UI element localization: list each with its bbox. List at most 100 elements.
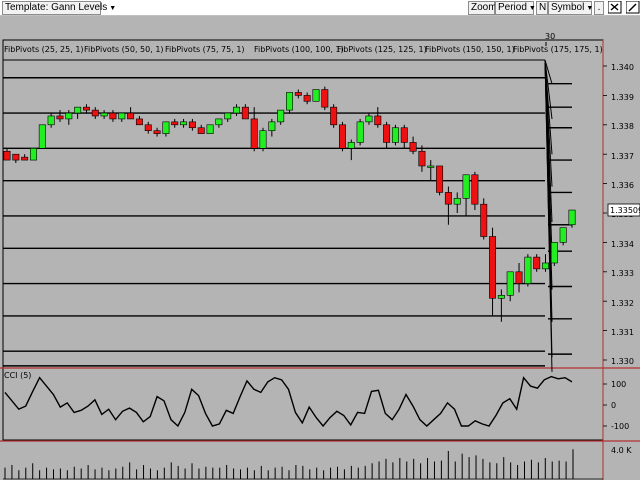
zoom-button[interactable]: Zoom: [468, 1, 497, 15]
candle: [515, 271, 523, 284]
chevron-down-icon: ▼: [109, 5, 117, 12]
candle: [162, 121, 170, 134]
candle: [47, 115, 55, 126]
chart-svg: FibPivots (25, 25, 1) FibPivots (50, 50,…: [0, 32, 640, 480]
candle: [180, 121, 188, 126]
candle: [506, 271, 514, 296]
candle: [480, 203, 488, 237]
last-price-label: 1.33509: [610, 206, 640, 215]
volume-scale-label: 4.0 K: [611, 446, 632, 455]
candle: [100, 112, 108, 117]
cci-label: CCI (5): [4, 371, 31, 380]
candle: [30, 148, 37, 161]
candle: [188, 121, 196, 129]
candle: [453, 198, 461, 205]
candle: [206, 124, 214, 134]
price-tick-label: 1.333: [611, 269, 634, 278]
candle: [321, 89, 329, 108]
candle: [153, 130, 161, 134]
candle: [524, 256, 532, 284]
candle: [144, 124, 152, 131]
close-icon[interactable]: [606, 0, 622, 14]
period-label: Period: [498, 2, 527, 13]
chevron-down-icon: ▼: [586, 5, 594, 12]
candle: [127, 112, 135, 120]
candle: [65, 112, 73, 120]
toolbar: Template: Gann Levels ▼ Zoom Period ▼ N Sy…: [0, 0, 640, 16]
template-label: Template: Gann Levels: [5, 2, 108, 13]
pivot-label: FibPivots (175, 175, 1): [513, 45, 603, 54]
candle: [444, 192, 452, 205]
candle: [294, 92, 302, 96]
price-tick-label: 1.332: [611, 299, 634, 308]
candle: [135, 118, 143, 126]
candle: [497, 295, 505, 299]
price-tick-label: 1.336: [611, 181, 634, 190]
candle: [533, 256, 541, 270]
candle: [347, 142, 355, 149]
candle: [250, 118, 258, 149]
candle: [3, 150, 11, 161]
price-tick-label: 1.330: [611, 357, 634, 366]
candle: [383, 124, 391, 143]
candle: [409, 142, 417, 152]
candle: [391, 127, 399, 143]
symbol-dropdown[interactable]: Symbol ▼: [548, 1, 594, 15]
template-dropdown[interactable]: Template: Gann Levels ▼: [2, 1, 116, 15]
candle: [224, 112, 232, 120]
candle: [559, 227, 567, 243]
candle: [286, 92, 293, 111]
candle: [568, 209, 576, 226]
candle: [550, 242, 558, 264]
candle: [21, 156, 29, 161]
cci-line: [4, 375, 573, 428]
n-label: N: [539, 2, 547, 13]
pivot-label: FibPivots (50, 50, 1): [84, 45, 164, 54]
candle: [436, 165, 444, 193]
candle: [374, 115, 382, 126]
candle: [91, 109, 99, 117]
candle: [471, 174, 479, 205]
price-tick-label: 1.339: [611, 93, 634, 102]
candle: [268, 121, 276, 131]
candle: [277, 109, 285, 123]
candle: [356, 121, 364, 143]
pivot-label: FibPivots (100, 100, 1): [254, 45, 344, 54]
dot-label: .: [597, 2, 601, 13]
candle: [233, 106, 241, 114]
price-tick-label: 1.334: [611, 240, 634, 249]
price-tick-label: 1.331: [611, 328, 634, 337]
cci-tick-label: -100: [611, 422, 629, 431]
price-tick-label: 1.337: [611, 152, 634, 161]
candle: [241, 106, 249, 120]
session-marker: 30: [545, 32, 555, 41]
candle: [197, 127, 205, 134]
price-tick-label: 1.340: [611, 63, 634, 72]
n-button[interactable]: N: [536, 1, 548, 15]
dot-button[interactable]: .: [594, 1, 604, 15]
chart-area: FibPivots (25, 25, 1) FibPivots (50, 50,…: [0, 16, 640, 480]
candle: [259, 130, 267, 149]
candle: [400, 127, 408, 143]
candle: [38, 124, 46, 149]
candle: [56, 115, 64, 120]
candle: [12, 153, 20, 161]
candle: [109, 112, 117, 120]
price-panel-frame: [2, 39, 604, 369]
candle: [418, 150, 426, 167]
period-dropdown[interactable]: Period ▼: [495, 1, 536, 15]
tool-icon[interactable]: [624, 0, 640, 14]
pivot-label: FibPivots (25, 25, 1): [4, 45, 84, 54]
cci-tick-label: 0: [611, 401, 616, 410]
candle: [303, 95, 311, 102]
pivot-label: FibPivots (125, 125, 1): [337, 45, 427, 54]
candle: [330, 106, 338, 126]
candle: [338, 124, 346, 149]
zoom-label: Zoom: [471, 2, 497, 13]
chevron-down-icon: ▼: [528, 5, 536, 12]
candle: [118, 112, 126, 120]
price-tick-label: 1.338: [611, 122, 634, 131]
symbol-label: Symbol: [551, 2, 585, 13]
pivot-label: FibPivots (75, 75, 1): [165, 45, 245, 54]
candle: [462, 174, 470, 199]
